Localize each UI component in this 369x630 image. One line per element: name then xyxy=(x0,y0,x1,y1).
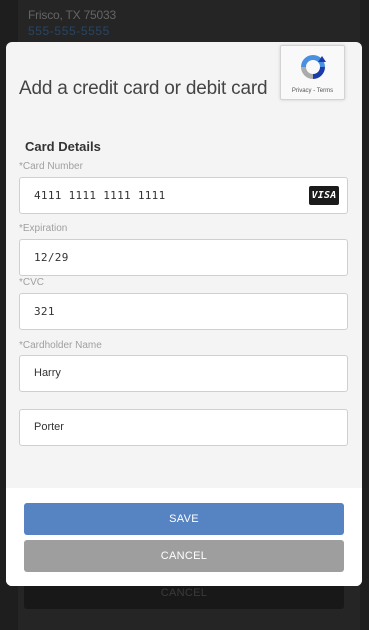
expiration-label: *Expiration xyxy=(19,223,68,234)
cvc-value: 321 xyxy=(34,305,55,318)
first-name-value: Harry xyxy=(34,367,61,379)
save-button[interactable]: SAVE xyxy=(24,503,344,535)
cvc-input[interactable]: 321 xyxy=(19,293,348,330)
visa-icon: VISA xyxy=(309,186,339,205)
recaptcha-icon xyxy=(301,55,326,79)
card-number-value: 4111 1111 1111 1111 xyxy=(34,189,166,202)
card-details-heading: Card Details xyxy=(25,139,101,154)
add-card-modal: Add a credit card or debit card Privacy … xyxy=(6,42,362,586)
last-name-value: Porter xyxy=(34,421,64,433)
last-name-input[interactable]: Porter xyxy=(19,409,348,446)
recaptcha-badge[interactable]: Privacy - Terms xyxy=(280,45,345,100)
expiration-value: 12/29 xyxy=(34,251,69,264)
cancel-button[interactable]: CANCEL xyxy=(24,540,344,572)
card-number-input[interactable]: 4111 1111 1111 1111 VISA xyxy=(19,177,348,214)
cvc-label: *CVC xyxy=(19,277,45,288)
modal-title: Add a credit card or debit card xyxy=(19,78,268,99)
recaptcha-links[interactable]: Privacy - Terms xyxy=(281,88,344,94)
cardholder-name-label: *Cardholder Name xyxy=(19,340,102,351)
card-number-label: *Card Number xyxy=(19,161,83,172)
modal-footer: SAVE CANCEL xyxy=(6,488,362,586)
first-name-input[interactable]: Harry xyxy=(19,355,348,392)
expiration-input[interactable]: 12/29 xyxy=(19,239,348,276)
